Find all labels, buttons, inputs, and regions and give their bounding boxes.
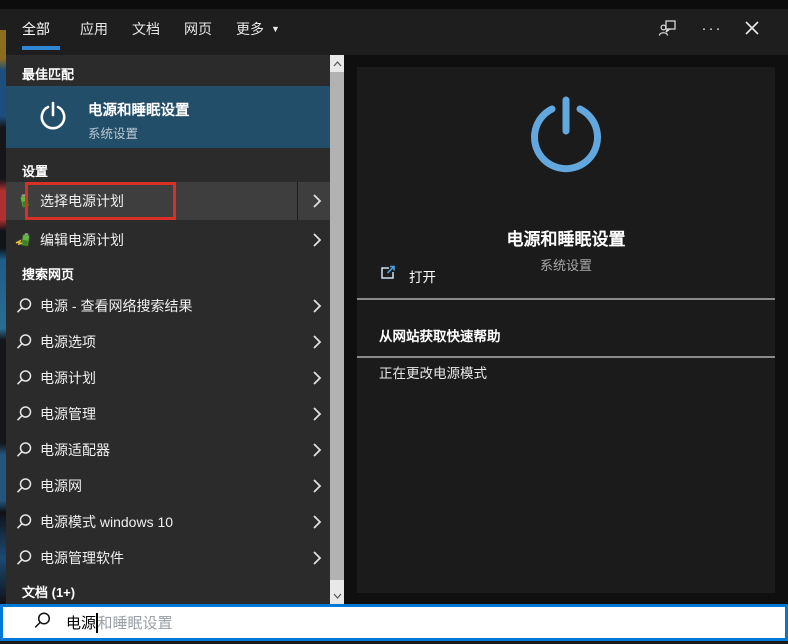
quick-help-item[interactable]: 正在更改电源模式 (379, 362, 487, 382)
feedback-button[interactable] (656, 16, 680, 40)
chevron-right-icon (312, 515, 322, 529)
search-icon (15, 369, 33, 387)
best-match-subtitle: 系统设置 (88, 123, 138, 142)
section-header-settings: 设置 (22, 161, 48, 180)
results-panel: 最佳匹配 电源和睡眠设置 系统设置 设置 (6, 55, 330, 604)
taskbar-search-box[interactable]: 电源和睡眠设置 (0, 604, 788, 641)
search-suggestion-text: 和睡眠设置 (98, 612, 173, 633)
preview-panel: 电源和睡眠设置 系统设置 打开 从网站获取快速帮助 正在更改电源模式 (344, 55, 788, 604)
chevron-up-icon (333, 61, 342, 67)
ellipsis-icon: ··· (702, 20, 723, 37)
search-flyout-window: 全部 应用 文档 网页 更多 ▼ ··· 最佳匹配 (0, 0, 788, 644)
open-external-icon (379, 264, 397, 287)
divider (357, 356, 775, 358)
power-icon-large (523, 95, 609, 186)
preview-card: 电源和睡眠设置 系统设置 打开 从网站获取快速帮助 正在更改电源模式 (357, 67, 775, 593)
web-result-label: 电源 - 查看网络搜索结果 (40, 296, 192, 316)
web-result-label: 电源管理 (40, 404, 96, 424)
scroll-down-button[interactable] (330, 587, 344, 604)
web-result-label: 电源计划 (40, 368, 96, 388)
open-action-label: 打开 (409, 266, 436, 286)
web-result[interactable]: 电源管理 (6, 396, 330, 432)
section-header-best-match: 最佳匹配 (22, 64, 74, 83)
chevron-down-icon: ▼ (271, 18, 280, 40)
tab-more[interactable]: 更多 ▼ (236, 18, 280, 40)
web-result[interactable]: 电源模式 windows 10 (6, 504, 330, 540)
desktop-edge-strip (0, 30, 6, 604)
quick-help-title: 从网站获取快速帮助 (379, 325, 501, 345)
search-query-text[interactable]: 电源 (66, 612, 96, 633)
best-match-result[interactable]: 电源和睡眠设置 系统设置 (6, 86, 330, 148)
power-plan-edit-icon (15, 231, 33, 249)
search-icon (15, 297, 33, 315)
search-icon (15, 333, 33, 351)
header-top-strip (0, 0, 788, 9)
power-plan-icon (15, 192, 33, 210)
search-icon (15, 441, 33, 459)
web-result-label: 电源适配器 (40, 440, 110, 460)
chevron-right-icon (312, 335, 322, 349)
row-divider (297, 182, 298, 220)
web-result[interactable]: 电源选项 (6, 324, 330, 360)
open-action[interactable]: 打开 (357, 245, 775, 303)
web-result[interactable]: 电源 - 查看网络搜索结果 (6, 288, 330, 324)
search-icon (33, 611, 52, 635)
tab-more-label: 更多 (236, 21, 264, 37)
web-result[interactable]: 电源管理软件 (6, 540, 330, 576)
chevron-right-icon (312, 194, 322, 208)
scroll-up-button[interactable] (330, 55, 344, 72)
power-icon (36, 100, 70, 139)
search-icon (15, 405, 33, 423)
selected-tab-underline (22, 46, 60, 50)
feedback-icon (658, 18, 678, 38)
chevron-right-icon (312, 371, 322, 385)
scrollbar-thumb[interactable] (330, 72, 344, 580)
chevron-right-icon (312, 233, 322, 247)
section-header-documents: 文档 (1+) (22, 582, 75, 601)
chevron-right-icon (312, 407, 322, 421)
web-result-label: 电源选项 (40, 332, 96, 352)
result-edit-power-plan[interactable]: 编辑电源计划 (6, 222, 330, 258)
chevron-right-icon (312, 443, 322, 457)
close-button[interactable] (740, 16, 764, 40)
tab-web[interactable]: 网页 (184, 18, 212, 40)
section-header-search-web: 搜索网页 (22, 264, 74, 283)
results-scrollbar[interactable] (330, 55, 344, 604)
search-icon (15, 549, 33, 567)
tab-documents[interactable]: 文档 (132, 18, 160, 40)
chevron-right-icon (312, 479, 322, 493)
tab-apps[interactable]: 应用 (80, 18, 108, 40)
web-result-label: 电源网 (40, 476, 82, 496)
tab-all[interactable]: 全部 (22, 18, 50, 40)
search-icon (15, 477, 33, 495)
web-result[interactable]: 电源计划 (6, 360, 330, 396)
chevron-down-icon (333, 593, 342, 599)
chevron-right-icon (312, 299, 322, 313)
web-result-label: 电源管理软件 (40, 548, 124, 568)
search-icon (15, 513, 33, 531)
web-result[interactable]: 电源网 (6, 468, 330, 504)
web-result-label: 电源模式 windows 10 (40, 512, 173, 532)
chevron-right-icon (312, 551, 322, 565)
best-match-title: 电源和睡眠设置 (88, 99, 190, 120)
result-label: 编辑电源计划 (40, 230, 124, 250)
header-bar: 全部 应用 文档 网页 更多 ▼ ··· (0, 0, 788, 55)
web-result[interactable]: 电源适配器 (6, 432, 330, 468)
result-choose-power-plan[interactable]: 选择电源计划 (6, 182, 330, 220)
close-icon (744, 20, 760, 36)
result-label: 选择电源计划 (40, 191, 124, 211)
more-options-button[interactable]: ··· (700, 16, 724, 40)
